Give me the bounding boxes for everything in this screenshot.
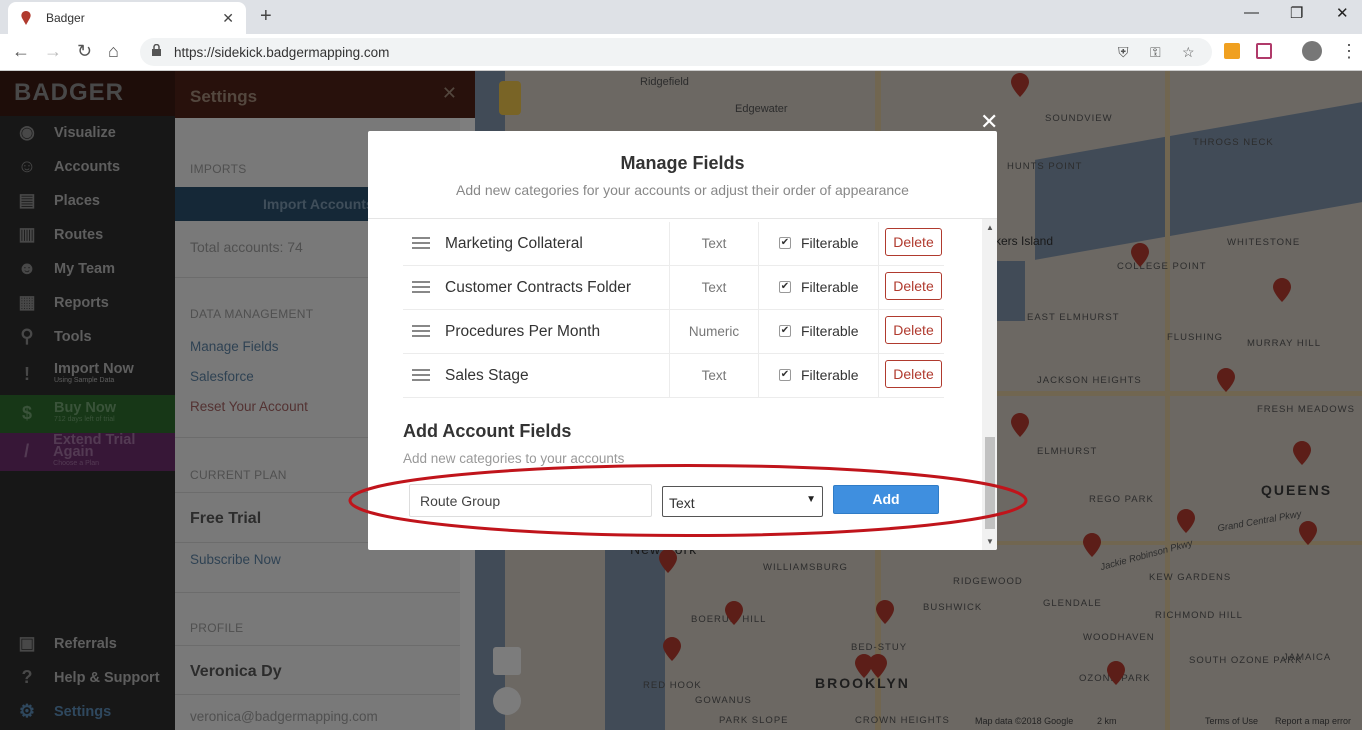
shield-icon[interactable]: ⛨: [1118, 44, 1129, 61]
annotation-ellipse: [348, 464, 1028, 537]
pocket-extension-icon[interactable]: [1256, 43, 1272, 59]
filterable-label: Filterable: [801, 367, 859, 383]
drag-handle-icon[interactable]: [412, 237, 430, 252]
minimize-icon[interactable]: —: [1244, 4, 1259, 21]
drag-handle-icon[interactable]: [412, 325, 430, 340]
delete-button[interactable]: Delete: [885, 272, 942, 300]
reload-icon[interactable]: ↻: [77, 41, 92, 62]
modal-title: Manage Fields: [620, 153, 745, 173]
add-fields-title: Add Account Fields: [403, 421, 572, 441]
lock-icon: [152, 44, 161, 56]
scroll-up-icon[interactable]: ▲: [986, 223, 994, 232]
filterable-label: Filterable: [801, 323, 859, 339]
field-name: Procedures Per Month: [445, 323, 601, 340]
field-type: Text: [669, 222, 759, 266]
profile-avatar[interactable]: [1302, 41, 1322, 61]
menu-icon[interactable]: ⋮: [1340, 41, 1358, 62]
browser-tab[interactable]: Badger ✕: [8, 2, 246, 34]
new-tab-icon[interactable]: +: [260, 5, 272, 28]
field-type: Text: [669, 266, 759, 310]
filterable-label: Filterable: [801, 235, 859, 251]
tab-title: Badger: [46, 11, 85, 25]
delete-button[interactable]: Delete: [885, 228, 942, 256]
field-row: Customer Contracts Folder Text ✔ Filtera…: [403, 266, 944, 310]
filterable-checkbox[interactable]: ✔: [779, 369, 791, 381]
drag-handle-icon[interactable]: [412, 369, 430, 384]
badger-favicon-icon: [21, 11, 31, 25]
divider: [368, 218, 997, 219]
delete-button[interactable]: Delete: [885, 360, 942, 388]
field-type: Numeric: [669, 310, 759, 354]
filterable-checkbox[interactable]: ✔: [779, 325, 791, 337]
close-tab-icon[interactable]: ✕: [222, 10, 234, 27]
restore-icon[interactable]: ❐: [1290, 4, 1303, 22]
browser-navbar: ← → ↻ ⌂ https://sidekick.badgermapping.c…: [0, 34, 1362, 71]
modal-subtitle: Add new categories for your accounts or …: [456, 182, 909, 198]
filterable-label: Filterable: [801, 279, 859, 295]
scroll-down-icon[interactable]: ▼: [986, 537, 994, 546]
field-row: Sales Stage Text ✔ Filterable Delete: [403, 354, 944, 398]
delete-cell: Delete: [878, 354, 944, 398]
filterable-checkbox[interactable]: ✔: [779, 281, 791, 293]
url-text: https://sidekick.badgermapping.com: [174, 45, 390, 60]
delete-button[interactable]: Delete: [885, 316, 942, 344]
filterable-checkbox[interactable]: ✔: [779, 237, 791, 249]
back-icon[interactable]: ←: [12, 41, 30, 62]
browser-tabbar: Badger ✕ + — ❐ ✕: [0, 0, 1362, 34]
address-bar[interactable]: https://sidekick.badgermapping.com ⛨ ⚿ ☆: [140, 38, 1212, 66]
drag-handle-icon[interactable]: [412, 281, 430, 296]
delete-cell: Delete: [878, 222, 944, 266]
star-icon[interactable]: ☆: [1182, 44, 1195, 61]
extension-icon[interactable]: [1224, 43, 1240, 59]
delete-cell: Delete: [878, 310, 944, 354]
field-name: Customer Contracts Folder: [445, 279, 632, 296]
delete-cell: Delete: [878, 266, 944, 310]
field-row: Procedures Per Month Numeric ✔ Filterabl…: [403, 310, 944, 354]
forward-icon[interactable]: →: [44, 41, 62, 62]
field-name: Marketing Collateral: [445, 235, 583, 252]
home-icon[interactable]: ⌂: [108, 41, 119, 62]
close-window-icon[interactable]: ✕: [1336, 4, 1349, 22]
field-row: Marketing Collateral Text ✔ Filterable D…: [403, 222, 944, 266]
field-type: Text: [669, 354, 759, 398]
field-name: Sales Stage: [445, 367, 529, 384]
key-icon[interactable]: ⚿: [1150, 44, 1161, 61]
